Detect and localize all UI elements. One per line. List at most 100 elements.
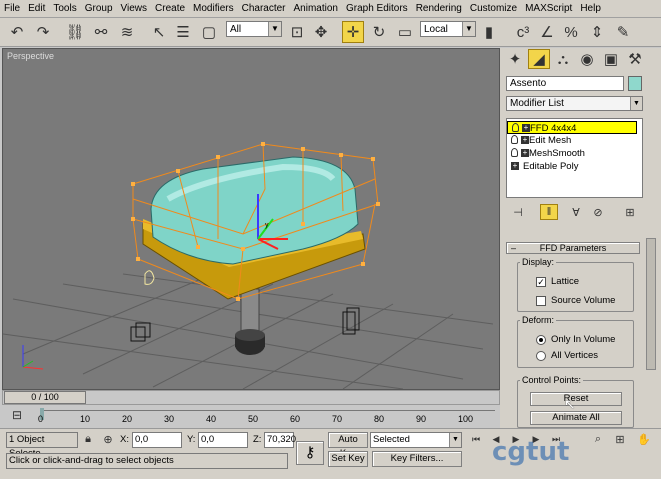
snap-toggle-icon[interactable]: c³: [512, 21, 534, 43]
chevron-down-icon: ▼: [268, 22, 281, 36]
remove-modifier-icon[interactable]: ⊘: [590, 204, 606, 220]
pin-stack-icon[interactable]: ⊣: [510, 204, 526, 220]
angle-snap-icon[interactable]: ∠: [536, 21, 558, 43]
all-vertices-radio[interactable]: [536, 351, 546, 361]
utilities-tab-icon[interactable]: ⚒: [624, 49, 646, 69]
z-coordinate-field[interactable]: 70,320: [264, 432, 296, 448]
lattice-checkbox[interactable]: ✓: [536, 277, 546, 287]
watermark-logo: cgtut: [492, 437, 570, 467]
y-coordinate-field[interactable]: 0,0: [198, 432, 248, 448]
source-volume-checkbox[interactable]: [536, 296, 546, 306]
ref-coord-value: Local: [424, 24, 448, 35]
lock-selection-icon[interactable]: 🔒︎: [80, 431, 96, 447]
command-panel: ✦ ◢ ⛬ ◉ ▣ ⚒ Assento Modifier List ▼ + FFD…: [500, 48, 661, 428]
expand-icon[interactable]: +: [521, 136, 529, 144]
rectangular-selection-icon[interactable]: ▢: [198, 21, 220, 43]
timeline-tick-label: 30: [164, 414, 175, 424]
undo-icon[interactable]: ↶: [6, 21, 28, 43]
show-end-result-icon[interactable]: ‖: [540, 204, 558, 220]
bind-space-warp-icon[interactable]: ≋: [116, 21, 138, 43]
expand-icon[interactable]: +: [511, 162, 519, 170]
menu-item-views[interactable]: Views: [117, 0, 152, 17]
configure-sets-icon[interactable]: ⊞: [622, 204, 638, 220]
modifier-list-dropdown[interactable]: Modifier List ▼: [506, 96, 643, 111]
expand-icon[interactable]: +: [522, 124, 530, 132]
spinner-snap-icon[interactable]: ⇕: [586, 21, 608, 43]
unlink-icon[interactable]: ⚯: [90, 21, 112, 43]
auto-key-button[interactable]: Auto Key: [328, 432, 368, 459]
perspective-viewport[interactable]: Perspective y: [2, 48, 500, 390]
absolute-mode-icon[interactable]: ⊕: [100, 431, 116, 447]
ref-coord-dropdown[interactable]: Local ▼: [420, 21, 476, 37]
only-in-volume-radio[interactable]: [536, 335, 546, 345]
pivot-center-icon[interactable]: ▮: [478, 21, 500, 43]
hierarchy-tab-icon[interactable]: ⛬: [552, 49, 574, 69]
select-and-manipulate-icon[interactable]: ⊡: [286, 21, 308, 43]
menu-item-group[interactable]: Group: [81, 0, 117, 17]
go-to-start-icon[interactable]: ⏮: [468, 431, 484, 447]
timeline-tick-label: 60: [290, 414, 301, 424]
reset-button[interactable]: Reset: [530, 392, 622, 406]
x-coordinate-field[interactable]: 0,0: [132, 432, 182, 448]
key-mode-dropdown[interactable]: Selected ▼: [370, 432, 462, 448]
stack-item[interactable]: + MeshSmooth: [507, 147, 637, 160]
menu-item-rendering[interactable]: Rendering: [412, 0, 466, 17]
make-unique-icon[interactable]: ∀: [568, 204, 584, 220]
lightbulb-icon[interactable]: [511, 148, 518, 157]
time-slider[interactable]: 0 / 100: [2, 390, 500, 405]
timeline-tick-label: 100: [458, 414, 474, 424]
object-name-field[interactable]: Assento: [506, 76, 624, 91]
display-tab-icon[interactable]: ▣: [600, 49, 622, 69]
percent-snap-icon[interactable]: %: [560, 21, 582, 43]
menu-item-customize[interactable]: Customize: [466, 0, 521, 17]
chevron-down-icon: ▼: [462, 22, 475, 36]
prompt-line: Click or click-and-drag to select object…: [6, 453, 288, 469]
stack-item[interactable]: + Edit Mesh: [507, 134, 637, 147]
select-and-move-icon[interactable]: ✛: [342, 21, 364, 43]
timeline-tick-label: 70: [332, 414, 343, 424]
animate-all-button[interactable]: Animate All: [530, 411, 622, 425]
menu-item-help[interactable]: Help: [576, 0, 605, 17]
select-object-icon[interactable]: ↖: [148, 21, 170, 43]
time-slider-thumb[interactable]: 0 / 100: [4, 391, 86, 404]
stack-item[interactable]: + FFD 4x4x4: [507, 121, 637, 134]
lightbulb-icon[interactable]: [512, 123, 519, 132]
select-and-link-icon[interactable]: ⛓: [64, 21, 86, 43]
select-and-rotate-icon[interactable]: ✥: [310, 21, 332, 43]
stack-item-label: MeshSmooth: [529, 148, 585, 159]
modifier-list-label: Modifier List: [510, 98, 564, 109]
selection-filter-dropdown[interactable]: All ▼: [226, 21, 282, 37]
expand-icon[interactable]: +: [521, 149, 529, 157]
stack-item-label: Editable Poly: [523, 161, 579, 172]
menu-item-character[interactable]: Character: [238, 0, 290, 17]
select-by-name-icon[interactable]: ☰: [172, 21, 194, 43]
stack-item[interactable]: + Editable Poly: [507, 160, 637, 173]
scale-icon[interactable]: ▭: [394, 21, 416, 43]
track-bar[interactable]: ⊟ 0 10 20 30 40 50 60 70 80 90 100: [0, 406, 500, 428]
menu-item-graph-editors[interactable]: Graph Editors: [342, 0, 412, 17]
set-key-button[interactable]: Set Key: [328, 451, 368, 467]
menu-item-maxscript[interactable]: MAXScript: [521, 0, 576, 17]
track-bar-menu-icon[interactable]: ⊟: [8, 406, 26, 424]
create-tab-icon[interactable]: ✦: [504, 49, 526, 69]
redo-icon[interactable]: ↷: [32, 21, 54, 43]
modify-tab-icon[interactable]: ◢: [528, 49, 550, 69]
object-color-swatch[interactable]: [628, 76, 642, 91]
rotate-icon[interactable]: ↻: [368, 21, 390, 43]
lightbulb-icon[interactable]: [511, 135, 518, 144]
key-filters-button[interactable]: Key Filters...: [372, 451, 462, 467]
menu-item-tools[interactable]: Tools: [49, 0, 80, 17]
menu-item-edit[interactable]: Edit: [24, 0, 49, 17]
named-selection-icon[interactable]: ✎: [612, 21, 634, 43]
menu-item-animation[interactable]: Animation: [290, 0, 342, 17]
menu-item-modifiers[interactable]: Modifiers: [189, 0, 238, 17]
key-icon[interactable]: ⚷: [296, 441, 324, 465]
menu-item-create[interactable]: Create: [151, 0, 189, 17]
mouse-cursor-icon: ↖: [564, 396, 576, 412]
display-group: Display: ✓ Lattice Source Volume: [517, 257, 634, 312]
motion-tab-icon[interactable]: ◉: [576, 49, 598, 69]
ffd-parameters-rollout-header[interactable]: – FFD Parameters: [506, 242, 640, 254]
menu-item-file[interactable]: File: [0, 0, 24, 17]
panel-scrollbar[interactable]: [646, 238, 656, 370]
lattice-label: Lattice: [551, 276, 579, 287]
